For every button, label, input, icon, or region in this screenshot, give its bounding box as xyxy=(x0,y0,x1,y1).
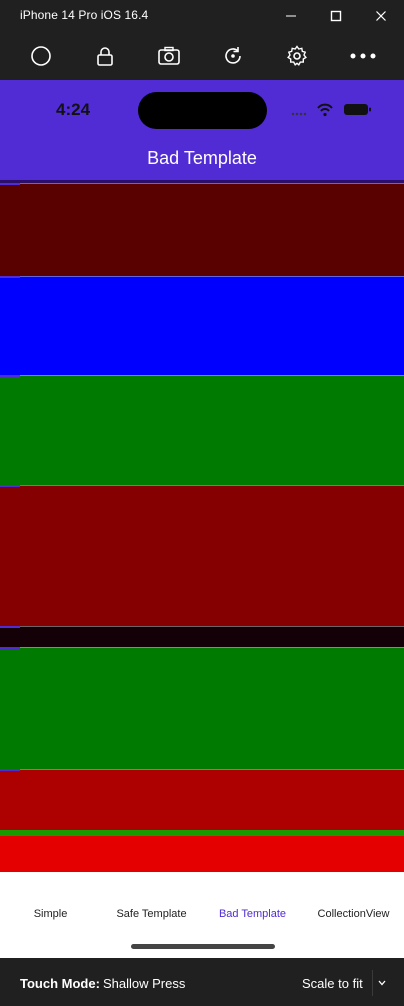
home-circle-icon xyxy=(31,46,51,66)
lock-button[interactable] xyxy=(85,32,125,80)
minimize-button[interactable] xyxy=(268,0,314,32)
home-indicator[interactable] xyxy=(131,944,275,949)
list-item[interactable] xyxy=(0,626,404,647)
more-button[interactable] xyxy=(343,32,383,80)
window-title: iPhone 14 Pro iOS 16.4 xyxy=(20,8,149,22)
screenshot-button[interactable] xyxy=(149,32,189,80)
maximize-icon xyxy=(330,10,342,22)
close-icon xyxy=(376,11,386,21)
tab-simple[interactable]: Simple xyxy=(0,908,101,920)
rotate-icon xyxy=(225,47,241,64)
list-item[interactable] xyxy=(0,836,404,872)
minimize-icon xyxy=(286,15,296,17)
camera-icon xyxy=(158,46,180,65)
simulator-toolbar xyxy=(0,32,404,80)
list-item[interactable] xyxy=(0,769,404,830)
scale-dropdown-button[interactable] xyxy=(372,970,391,996)
navigation-bar: 4:24 Bad Template xyxy=(0,80,404,180)
touch-mode-value[interactable]: Shallow Press xyxy=(103,976,185,991)
settings-gear-icon xyxy=(287,45,307,66)
tab-bad-template[interactable]: Bad Template xyxy=(202,908,303,920)
lock-icon xyxy=(97,47,113,66)
list-item[interactable] xyxy=(0,485,404,626)
status-icons xyxy=(290,102,372,118)
scale-select[interactable]: Scale to fit xyxy=(302,976,363,991)
tab-safe-template[interactable]: Safe Template xyxy=(101,908,202,920)
page-title: Bad Template xyxy=(147,148,257,168)
rotate-button[interactable] xyxy=(213,32,253,80)
tab-bar: Simple Safe Template Bad Template Collec… xyxy=(0,872,404,958)
list-item[interactable] xyxy=(0,375,404,485)
close-button[interactable] xyxy=(358,0,404,32)
list-item[interactable] xyxy=(0,183,404,276)
phone-screen: 4:24 Bad Template Simple Safe Template B… xyxy=(0,80,404,958)
list-item[interactable] xyxy=(0,276,404,375)
simulator-status-bar: Touch Mode: Shallow Press Scale to fit xyxy=(0,958,404,1006)
touch-mode-label: Touch Mode: xyxy=(20,976,100,991)
status-time: 4:24 xyxy=(56,100,91,119)
home-button[interactable] xyxy=(21,32,61,80)
more-icon xyxy=(350,53,376,59)
settings-button[interactable] xyxy=(277,32,317,80)
tab-collectionview[interactable]: CollectionView xyxy=(303,908,404,920)
dynamic-island xyxy=(138,92,267,129)
signal-wifi-battery-icon xyxy=(291,103,371,117)
chevron-down-icon xyxy=(378,980,386,986)
window-title-bar: iPhone 14 Pro iOS 16.4 xyxy=(0,0,404,32)
maximize-button[interactable] xyxy=(313,0,359,32)
list-item[interactable] xyxy=(0,647,404,769)
